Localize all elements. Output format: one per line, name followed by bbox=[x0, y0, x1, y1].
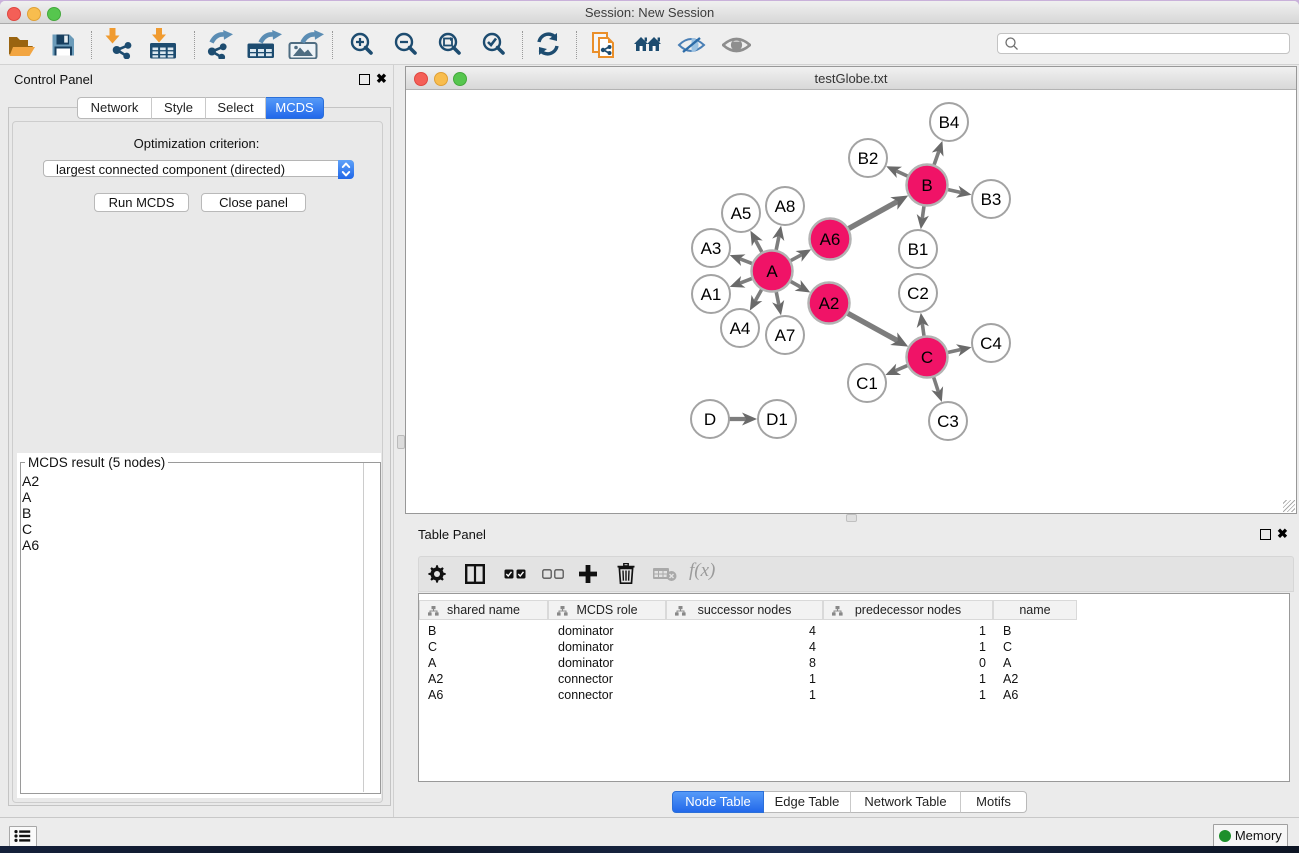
svg-text:A3: A3 bbox=[701, 239, 722, 258]
svg-text:B: B bbox=[921, 176, 932, 195]
svg-text:A5: A5 bbox=[731, 204, 752, 223]
svg-text:A8: A8 bbox=[775, 197, 796, 216]
svg-text:C2: C2 bbox=[907, 284, 929, 303]
svg-text:A1: A1 bbox=[701, 285, 722, 304]
svg-text:A4: A4 bbox=[730, 319, 751, 338]
svg-text:A2: A2 bbox=[819, 294, 840, 313]
svg-text:B3: B3 bbox=[981, 190, 1002, 209]
svg-text:A: A bbox=[766, 262, 778, 281]
svg-text:C3: C3 bbox=[937, 412, 959, 431]
svg-text:C1: C1 bbox=[856, 374, 878, 393]
svg-text:A6: A6 bbox=[820, 230, 841, 249]
svg-text:B4: B4 bbox=[939, 113, 960, 132]
svg-text:C4: C4 bbox=[980, 334, 1002, 353]
svg-text:B1: B1 bbox=[908, 240, 929, 259]
svg-text:D: D bbox=[704, 410, 716, 429]
svg-text:D1: D1 bbox=[766, 410, 788, 429]
svg-text:A7: A7 bbox=[775, 326, 796, 345]
svg-text:B2: B2 bbox=[858, 149, 879, 168]
svg-text:C: C bbox=[921, 348, 933, 367]
